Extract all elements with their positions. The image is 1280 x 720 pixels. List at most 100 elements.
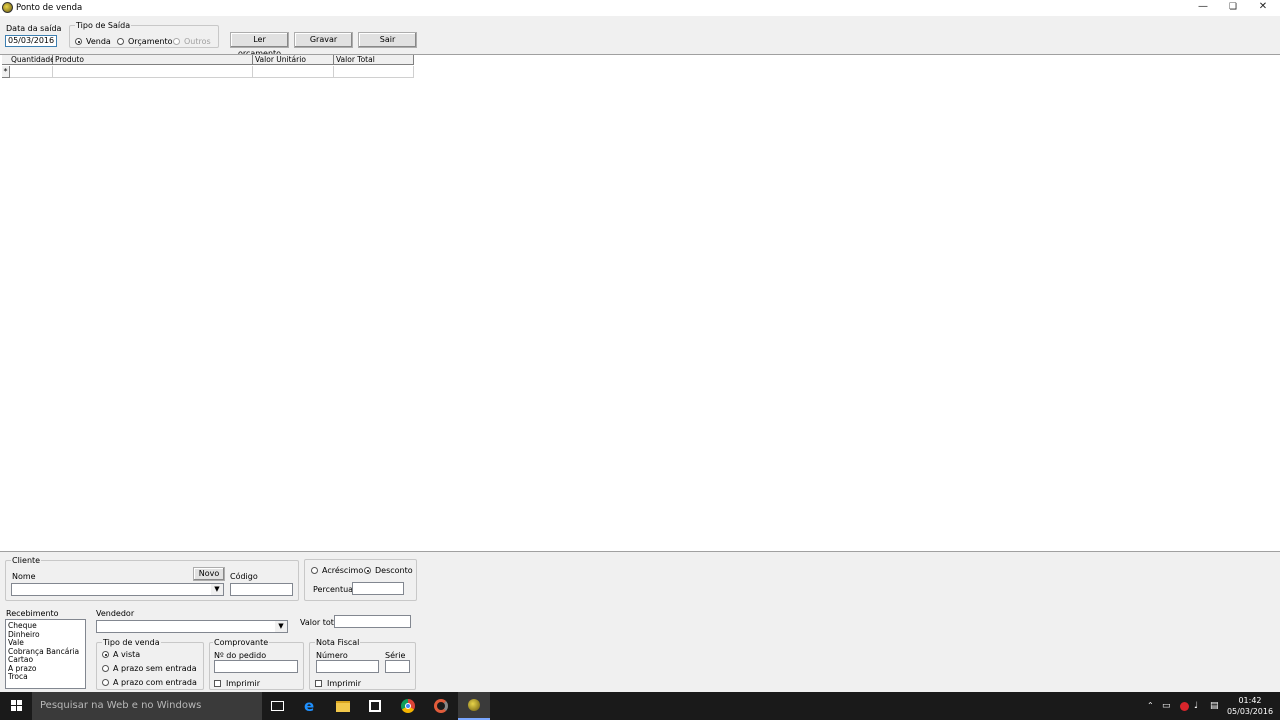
new-row-marker: * [2, 66, 10, 78]
numero-label: Número [316, 651, 348, 660]
radio-a-prazo-com-entrada-indicator [102, 679, 109, 686]
percentual-label: Percentual [313, 585, 356, 594]
radio-orcamento-indicator [117, 38, 124, 45]
data-saida-label: Data da saída [6, 24, 62, 33]
radio-a-prazo-com-entrada-label: A prazo com entrada [113, 678, 197, 687]
task-view-icon [271, 701, 284, 711]
items-grid[interactable] [0, 54, 1280, 552]
codigo-label: Código [230, 572, 258, 581]
serie-label: Série [385, 651, 406, 660]
taskbar-date[interactable]: 05/03/2016 [1226, 707, 1274, 716]
tipo-venda-legend: Tipo de venda [102, 638, 161, 647]
comprovante-imprimir-checkbox[interactable]: Imprimir [214, 679, 274, 689]
start-button[interactable] [0, 692, 32, 720]
radio-a-prazo-sem-entrada-indicator [102, 665, 109, 672]
recebimento-item[interactable]: Troca [8, 672, 28, 681]
radio-a-vista-indicator [102, 651, 109, 658]
column-header-quantidade[interactable]: Quantidade [9, 55, 55, 65]
column-header-produto[interactable]: Produto [53, 55, 253, 65]
nome-label: Nome [12, 572, 36, 581]
new-row-cell-quantidade[interactable] [10, 66, 53, 78]
radio-orcamento-label: Orçamento [128, 37, 173, 46]
file-explorer-button[interactable] [327, 692, 359, 720]
ponto-de-venda-icon [468, 699, 480, 711]
tipo-saida-legend: Tipo de Saída [75, 21, 132, 30]
radio-outros-indicator [173, 38, 180, 45]
app-taskbar-button[interactable] [425, 692, 457, 720]
edge-button[interactable]: e [295, 692, 327, 720]
close-button[interactable]: ✕ [1248, 0, 1278, 14]
nota-fiscal-imprimir-checkbox[interactable]: Imprimir [315, 679, 375, 689]
file-explorer-icon [336, 701, 350, 712]
comprovante-imprimir-label: Imprimir [226, 679, 261, 688]
app-icon [434, 699, 448, 713]
numero-input[interactable] [316, 660, 379, 673]
sair-button[interactable]: Sair [358, 32, 417, 48]
taskbar-search-box[interactable]: Pesquisar na Web e no Windows [32, 692, 262, 720]
chevron-up-icon: ⌃ [1147, 701, 1154, 710]
network-icon[interactable]: ▭ [1162, 692, 1171, 720]
radio-a-prazo-sem-entrada[interactable]: A prazo sem entrada [102, 664, 197, 674]
radio-acrescimo[interactable]: Acréscimo [311, 566, 363, 576]
radio-outros-label: Outros [184, 37, 211, 46]
minimize-button[interactable]: — [1188, 0, 1218, 14]
radio-acrescimo-indicator [311, 567, 318, 574]
data-saida-input[interactable]: 05/03/2016 [5, 35, 57, 47]
comprovante-legend: Comprovante [213, 638, 270, 647]
radio-venda[interactable]: Venda [75, 37, 115, 47]
radio-a-prazo-com-entrada[interactable]: A prazo com entrada [102, 678, 197, 688]
nota-fiscal-legend: Nota Fiscal [315, 638, 361, 647]
radio-desconto-indicator [364, 567, 371, 574]
ponto-de-venda-taskbar-button[interactable] [458, 692, 490, 720]
volume-icon[interactable]: ♩ [1194, 692, 1198, 720]
app-icon [2, 2, 13, 13]
chrome-button[interactable] [392, 692, 424, 720]
codigo-input[interactable] [230, 583, 293, 596]
column-header-valor-unitario[interactable]: Valor Unitário [253, 55, 334, 65]
radio-a-vista[interactable]: A vista [102, 650, 197, 660]
minimize-icon: — [1198, 1, 1208, 12]
store-icon [369, 700, 381, 712]
nota-fiscal-imprimir-label: Imprimir [327, 679, 362, 688]
cliente-legend: Cliente [11, 556, 42, 565]
radio-a-vista-label: A vista [113, 650, 141, 659]
radio-venda-indicator [75, 38, 82, 45]
vendedor-combobox[interactable] [96, 620, 288, 633]
column-header-valor-total[interactable]: Valor Total [334, 55, 414, 65]
new-row-cell-valor-total[interactable] [334, 66, 414, 78]
task-view-button[interactable] [262, 692, 294, 720]
pedido-input[interactable] [214, 660, 298, 673]
new-row-cell-produto[interactable] [53, 66, 253, 78]
edge-icon: e [304, 697, 315, 715]
nota-fiscal-imprimir-box [315, 680, 322, 687]
serie-input[interactable] [385, 660, 410, 673]
window-title: Ponto de venda [16, 3, 83, 13]
recebimento-list[interactable]: Cheque Dinheiro Vale Cobrança Bancária C… [5, 619, 86, 689]
radio-desconto-label: Desconto [375, 566, 413, 575]
close-icon: ✕ [1258, 1, 1268, 12]
show-hidden-icons-button[interactable]: ⌃ [1147, 692, 1154, 720]
nome-dropdown-arrow-icon[interactable]: ▼ [211, 584, 223, 595]
percentual-input[interactable] [352, 582, 404, 595]
ler-orcamento-button[interactable]: Ler orçamento [230, 32, 289, 58]
vendedor-label: Vendedor [96, 609, 135, 618]
comprovante-imprimir-box [214, 680, 221, 687]
taskbar-time[interactable]: 01:42 [1228, 696, 1272, 705]
gravar-button[interactable]: Gravar [294, 32, 353, 48]
antivirus-icon[interactable] [1180, 702, 1189, 711]
vendedor-dropdown-arrow-icon[interactable]: ▼ [275, 621, 287, 632]
restore-button[interactable]: ❏ [1218, 0, 1248, 14]
notifications-icon[interactable]: ▤ [1210, 692, 1219, 720]
new-row-cell-valor-unitario[interactable] [253, 66, 334, 78]
recebimento-label: Recebimento [6, 609, 59, 618]
radio-desconto[interactable]: Desconto [364, 566, 413, 576]
radio-venda-label: Venda [86, 37, 111, 46]
title-bar [0, 0, 1280, 16]
nome-combobox[interactable] [11, 583, 224, 596]
valor-total-input[interactable] [334, 615, 411, 628]
radio-outros: Outros [173, 37, 213, 47]
store-button[interactable] [359, 692, 391, 720]
radio-acrescimo-label: Acréscimo [322, 566, 364, 575]
novo-cliente-button[interactable]: Novo [193, 567, 225, 581]
radio-orcamento[interactable]: Orçamento [117, 37, 173, 47]
